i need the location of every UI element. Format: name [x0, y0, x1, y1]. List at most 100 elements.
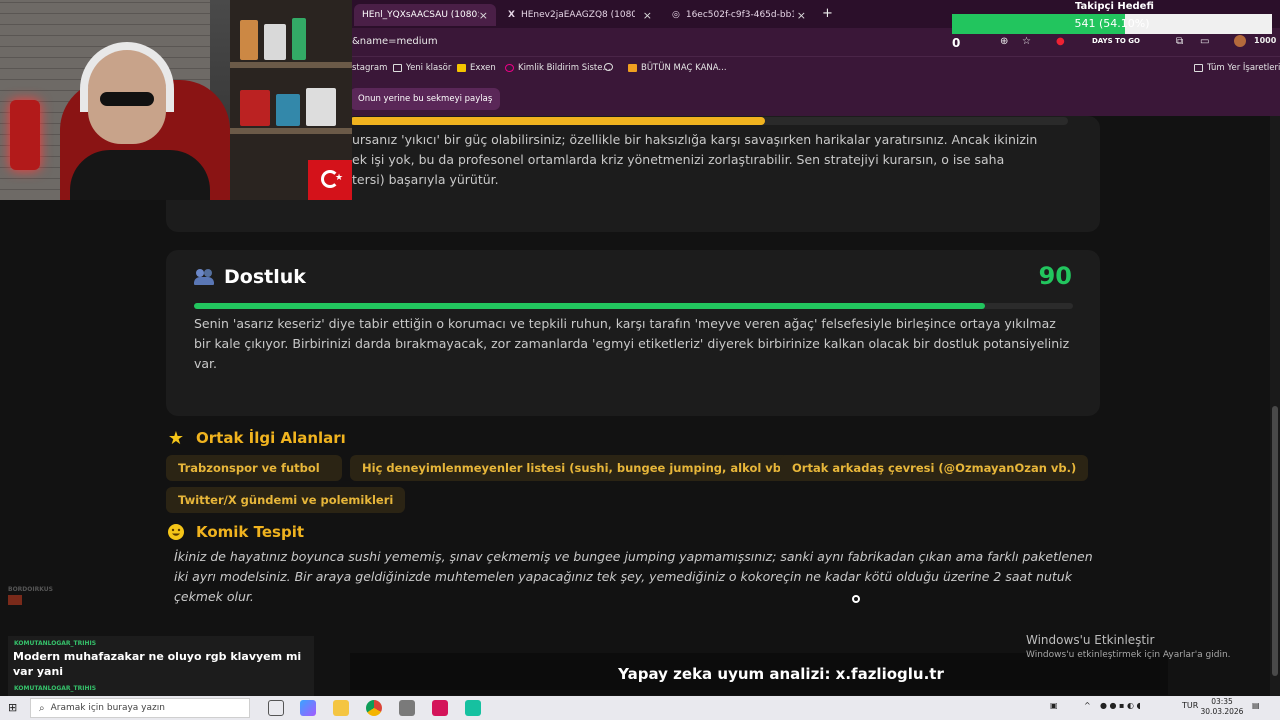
- page-scrollbar[interactable]: [1270, 116, 1280, 696]
- comic-header: Komik Tespit: [166, 522, 304, 542]
- clock-date: 30.03.2026: [1200, 707, 1244, 716]
- app-icon[interactable]: [399, 700, 415, 716]
- bookmark-globe[interactable]: [604, 63, 613, 71]
- notifications-icon[interactable]: ▤: [1252, 701, 1260, 710]
- footer-text: Yapay zeka uyum analizi: x.fazlioglu.tr: [618, 665, 944, 683]
- interest-chip: Trabzonspor ve futbol: [166, 455, 342, 481]
- bookmark-label: Yeni klasör: [406, 63, 452, 73]
- sidebar-icon[interactable]: ▭: [1200, 36, 1209, 47]
- goal-progress-bar: 541 (54.10%): [952, 14, 1272, 34]
- task-view-icon[interactable]: [268, 700, 284, 716]
- bookmark-label: stagram: [352, 63, 388, 73]
- bookmark-yeni-klasor[interactable]: Yeni klasör: [393, 63, 451, 73]
- kimlik-icon: [505, 64, 514, 72]
- extensions-puzzle-icon[interactable]: ⧉: [1176, 36, 1183, 47]
- comic-title: Komik Tespit: [196, 523, 305, 541]
- comic-text: İkiniz de hayatınız boyunca sushi yememi…: [174, 549, 1093, 604]
- chat-emote-icon: [8, 595, 22, 605]
- chat-text: Modern muhafazakar ne oluyo rgb klavyem …: [13, 650, 302, 678]
- clock-time: 03:35: [1211, 697, 1233, 706]
- globe-icon: [604, 63, 613, 71]
- copilot-icon[interactable]: [300, 700, 316, 716]
- browser-tab-2[interactable]: X HEnev2jaEAAGZQ8 (1080×1716) ×: [500, 4, 660, 26]
- friendship-text: Senin 'asarız keseriz' diye tabir ettiği…: [194, 316, 1070, 371]
- activation-title: Windows'u Etkinleştir: [1026, 633, 1155, 647]
- site-icon: [628, 64, 637, 72]
- search-icon: ⌕: [39, 702, 45, 714]
- close-tab-icon[interactable]: ×: [797, 9, 806, 22]
- extension-icon[interactable]: ●: [1056, 36, 1065, 47]
- app-icon[interactable]: [465, 700, 481, 716]
- browser-tab-3[interactable]: ◎ 16ec502f-c9f3-465d-bb1d-51b ×: [664, 4, 814, 26]
- exxen-icon: [457, 64, 466, 72]
- tray-icons[interactable]: ● ● ▪ ◐ ◖: [1100, 701, 1141, 710]
- start-windows-icon[interactable]: ⊞: [8, 701, 17, 714]
- taskbar-search[interactable]: ⌕ Aramak için buraya yazın: [30, 698, 250, 718]
- people-icon: [194, 269, 214, 285]
- card-text-line: ek işi yok, bu da profesonel ortamlarda …: [352, 152, 1005, 167]
- scrollbar-thumb[interactable]: [1272, 406, 1278, 676]
- tray-chevron-icon[interactable]: ^: [1084, 701, 1091, 710]
- folder-icon: [393, 64, 402, 72]
- mouse-cursor-icon: [852, 595, 860, 603]
- url-field[interactable]: &name=medium: [352, 36, 438, 47]
- interests-header: ★ Ortak İlgi Alanları: [166, 427, 346, 449]
- bookmark-kimlik[interactable]: Kimlik Bildirim Siste...: [505, 63, 611, 73]
- x-logo-icon: X: [508, 10, 515, 20]
- zoom-icon[interactable]: ⊕: [1000, 36, 1008, 47]
- interest-chip: Hiç deneyimlenmeyenler listesi (sushi, b…: [350, 455, 803, 481]
- taskbar-search-placeholder: Aramak için buraya yazın: [50, 703, 165, 713]
- share-this-tab-button[interactable]: Onun yerine bu sekmeyi paylaş: [350, 88, 501, 110]
- friendship-card: Dostluk 90 Senin 'asarız keseriz' diye t…: [166, 250, 1100, 416]
- interests-title: Ortak İlgi Alanları: [196, 429, 346, 447]
- browser-tab-1[interactable]: HEnl_YQXsAACSAU (1080×1183) ×: [354, 4, 496, 26]
- folder-icon: [1194, 64, 1203, 72]
- turkish-flag-icon: ★: [308, 160, 352, 200]
- bookmark-instagram[interactable]: stagram: [352, 63, 387, 73]
- windows-activation-watermark: Windows'u Etkinleştir Windows'u etkinleş…: [1026, 633, 1231, 660]
- activation-subtitle: Windows'u etkinleştirmek için Ayarlar'a …: [1026, 650, 1231, 660]
- new-tab-button[interactable]: +: [822, 6, 833, 21]
- friendship-score-fill: [194, 303, 986, 309]
- goal-progress-text: 541 (54.10%): [1074, 17, 1150, 30]
- previous-score-bar: [350, 117, 1068, 125]
- card-text-line: tersi) başarıyla yürütür.: [352, 172, 499, 187]
- profile-avatar-icon[interactable]: [1234, 35, 1246, 47]
- chat-message: KOMUTANLOGAR_TRIHIS: [8, 684, 314, 696]
- previous-score-fill: [350, 117, 765, 125]
- bookmark-all[interactable]: Tüm Yer İşaretleri: [1194, 63, 1280, 73]
- bookmark-exxen[interactable]: Exxen: [457, 63, 496, 73]
- card-text-line: ursanız 'yıkıcı' bir güç olabilirsiniz; …: [352, 132, 1038, 147]
- tab-title: HEnev2jaEAAGZQ8 (1080×1716): [520, 10, 635, 20]
- chrome-icon[interactable]: [366, 700, 382, 716]
- tab-title: 16ec502f-c9f3-465d-bb1d-51b: [685, 10, 794, 20]
- chat-username: KOMUTANLOGAR_TRIHIS: [14, 640, 97, 647]
- windows-taskbar: ⊞ ⌕ Aramak için buraya yazın ▣ ^ ● ● ▪ ◐…: [0, 696, 1280, 720]
- friendship-score: 90: [1038, 262, 1072, 290]
- bookmark-star-icon[interactable]: ☆: [1022, 36, 1031, 47]
- star-icon: ★: [167, 427, 185, 449]
- language-indicator[interactable]: TUR: [1182, 701, 1198, 710]
- grin-face-icon: [166, 522, 186, 542]
- goal-counter: 0: [952, 36, 961, 50]
- bookmark-butun-mac[interactable]: BÜTÜN MAÇ KANA...: [628, 63, 727, 73]
- page-icon: ◎: [672, 10, 680, 20]
- tab-title: HEnl_YQXsAACSAU (1080×1183): [362, 10, 479, 20]
- tray-window-icon[interactable]: ▣: [1050, 701, 1058, 710]
- goal-title: Takipçi Hedefi: [1075, 1, 1154, 12]
- close-tab-icon[interactable]: ×: [479, 9, 488, 22]
- interest-chip: Twitter/X gündemi ve polemikleri: [166, 487, 406, 513]
- bookmark-label: Tüm Yer İşaretleri: [1207, 63, 1280, 73]
- bookmark-label: BÜTÜN MAÇ KANA...: [641, 63, 727, 73]
- profile-count: 1000: [1254, 36, 1277, 45]
- file-explorer-icon[interactable]: [333, 700, 349, 716]
- obs-app-icon[interactable]: [432, 700, 448, 716]
- days-to-go-label: DAYS TO GO: [1092, 37, 1140, 45]
- friendship-title: Dostluk: [224, 266, 306, 288]
- taskbar-clock[interactable]: 03:35 30.03.2026: [1200, 697, 1244, 717]
- chat-username: KOMUTANLOGAR_TRIHIS: [14, 685, 97, 692]
- webcam-overlay: ★: [0, 0, 352, 200]
- friendship-header: Dostluk: [194, 266, 306, 288]
- close-tab-icon[interactable]: ×: [643, 9, 652, 22]
- screen: HEnl_YQXsAACSAU (1080×1183) × X HEnev2ja…: [0, 0, 1280, 720]
